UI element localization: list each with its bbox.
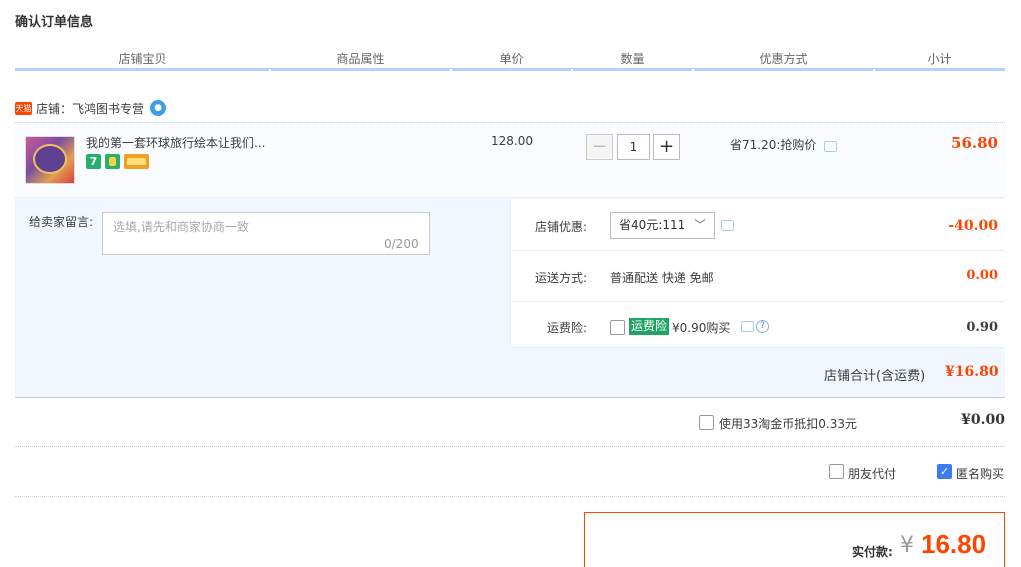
header-divider <box>15 68 1005 71</box>
shipping-method: 普通配送 快递 免邮 <box>610 271 714 285</box>
comment-icon[interactable] <box>741 321 754 332</box>
payment-amount: 16.80 <box>921 529 987 559</box>
divider <box>15 446 1005 447</box>
shop-total-label: 店铺合计(含运费) <box>824 369 926 384</box>
item-subtotal: 56.80 <box>951 134 998 152</box>
product-thumbnail-art <box>33 144 67 174</box>
divider <box>15 496 1005 497</box>
payment-currency: ¥ <box>900 533 914 558</box>
shop-discount-label: 店铺优惠: <box>535 220 588 234</box>
payment-label: 实付款: <box>852 545 893 559</box>
header-gap <box>571 69 573 71</box>
shop-discount-select[interactable]: 省40元:111 ﹀ <box>610 212 715 239</box>
chevron-down-icon: ﹀ <box>693 218 706 232</box>
quantity-decrease-button[interactable]: − <box>586 134 613 160</box>
page-title: 确认订单信息 <box>15 15 94 30</box>
wangwang-icon[interactable]: ● <box>150 100 166 116</box>
shipping-fee: 0.00 <box>966 268 998 283</box>
shop-name-link[interactable]: 店铺：飞鸿图书专营 <box>36 100 144 117</box>
coins-label: 使用33淘金币抵扣0.33元 <box>719 417 857 431</box>
header-gap <box>873 69 875 71</box>
header-gap <box>269 69 271 71</box>
tmall-badge: 天猫 <box>15 102 32 115</box>
comment-icon[interactable] <box>824 141 837 152</box>
header-quantity: 数量 <box>620 52 645 66</box>
header-unit-price: 单价 <box>499 52 524 66</box>
header-shop-item: 店铺宝贝 <box>118 52 167 66</box>
header-promotion: 优惠方式 <box>759 52 808 66</box>
coins-value: ¥0.00 <box>961 412 1005 428</box>
guarantee-icon[interactable] <box>105 154 120 169</box>
unit-price: 128.00 <box>491 134 533 148</box>
product-title-link[interactable]: 我的第一套环球旅行绘本让我们... <box>86 134 265 151</box>
friend-pay-label: 朋友代付 <box>848 467 897 481</box>
friend-pay-checkbox[interactable] <box>829 464 844 479</box>
seller-message-label: 给卖家留言: <box>29 215 94 229</box>
row-divider <box>510 250 1005 251</box>
insurance-value: 0.90 <box>966 320 998 335</box>
seller-message-count: 0/200 <box>384 237 419 251</box>
seller-message-placeholder: 选填,请先和商家协商一致 <box>113 220 249 234</box>
quantity-increase-button[interactable]: + <box>653 134 680 160</box>
quantity-input[interactable]: 1 <box>617 134 650 160</box>
coins-checkbox[interactable] <box>699 415 714 430</box>
insurance-checkbox[interactable] <box>610 320 625 335</box>
shop-total-value: ¥16.80 <box>945 364 999 380</box>
anonymous-checkbox[interactable]: ✓ <box>937 464 952 479</box>
promotion-text: 省71.20:抢购价 <box>730 138 817 152</box>
shipping-label: 运送方式: <box>535 271 588 285</box>
anonymous-label: 匿名购买 <box>956 467 1005 481</box>
insurance-tag: 运费险 <box>629 318 670 335</box>
shop-discount-value: -40.00 <box>948 218 998 234</box>
insurance-label: 运费险: <box>547 321 588 335</box>
header-subtotal: 小计 <box>927 52 952 66</box>
help-icon[interactable]: ? <box>756 320 769 333</box>
comment-icon[interactable] <box>721 220 734 231</box>
row-divider <box>510 347 1005 348</box>
header-gap <box>692 69 694 71</box>
shop-discount-selected: 省40元:111 <box>619 218 686 232</box>
seven-day-return-icon[interactable]: 7 <box>86 154 101 169</box>
header-attributes: 商品属性 <box>336 52 385 66</box>
row-divider <box>510 301 1005 302</box>
header-gap <box>450 69 452 71</box>
credit-card-icon[interactable] <box>124 154 149 169</box>
insurance-price-text: ¥0.90购买 <box>672 321 731 335</box>
